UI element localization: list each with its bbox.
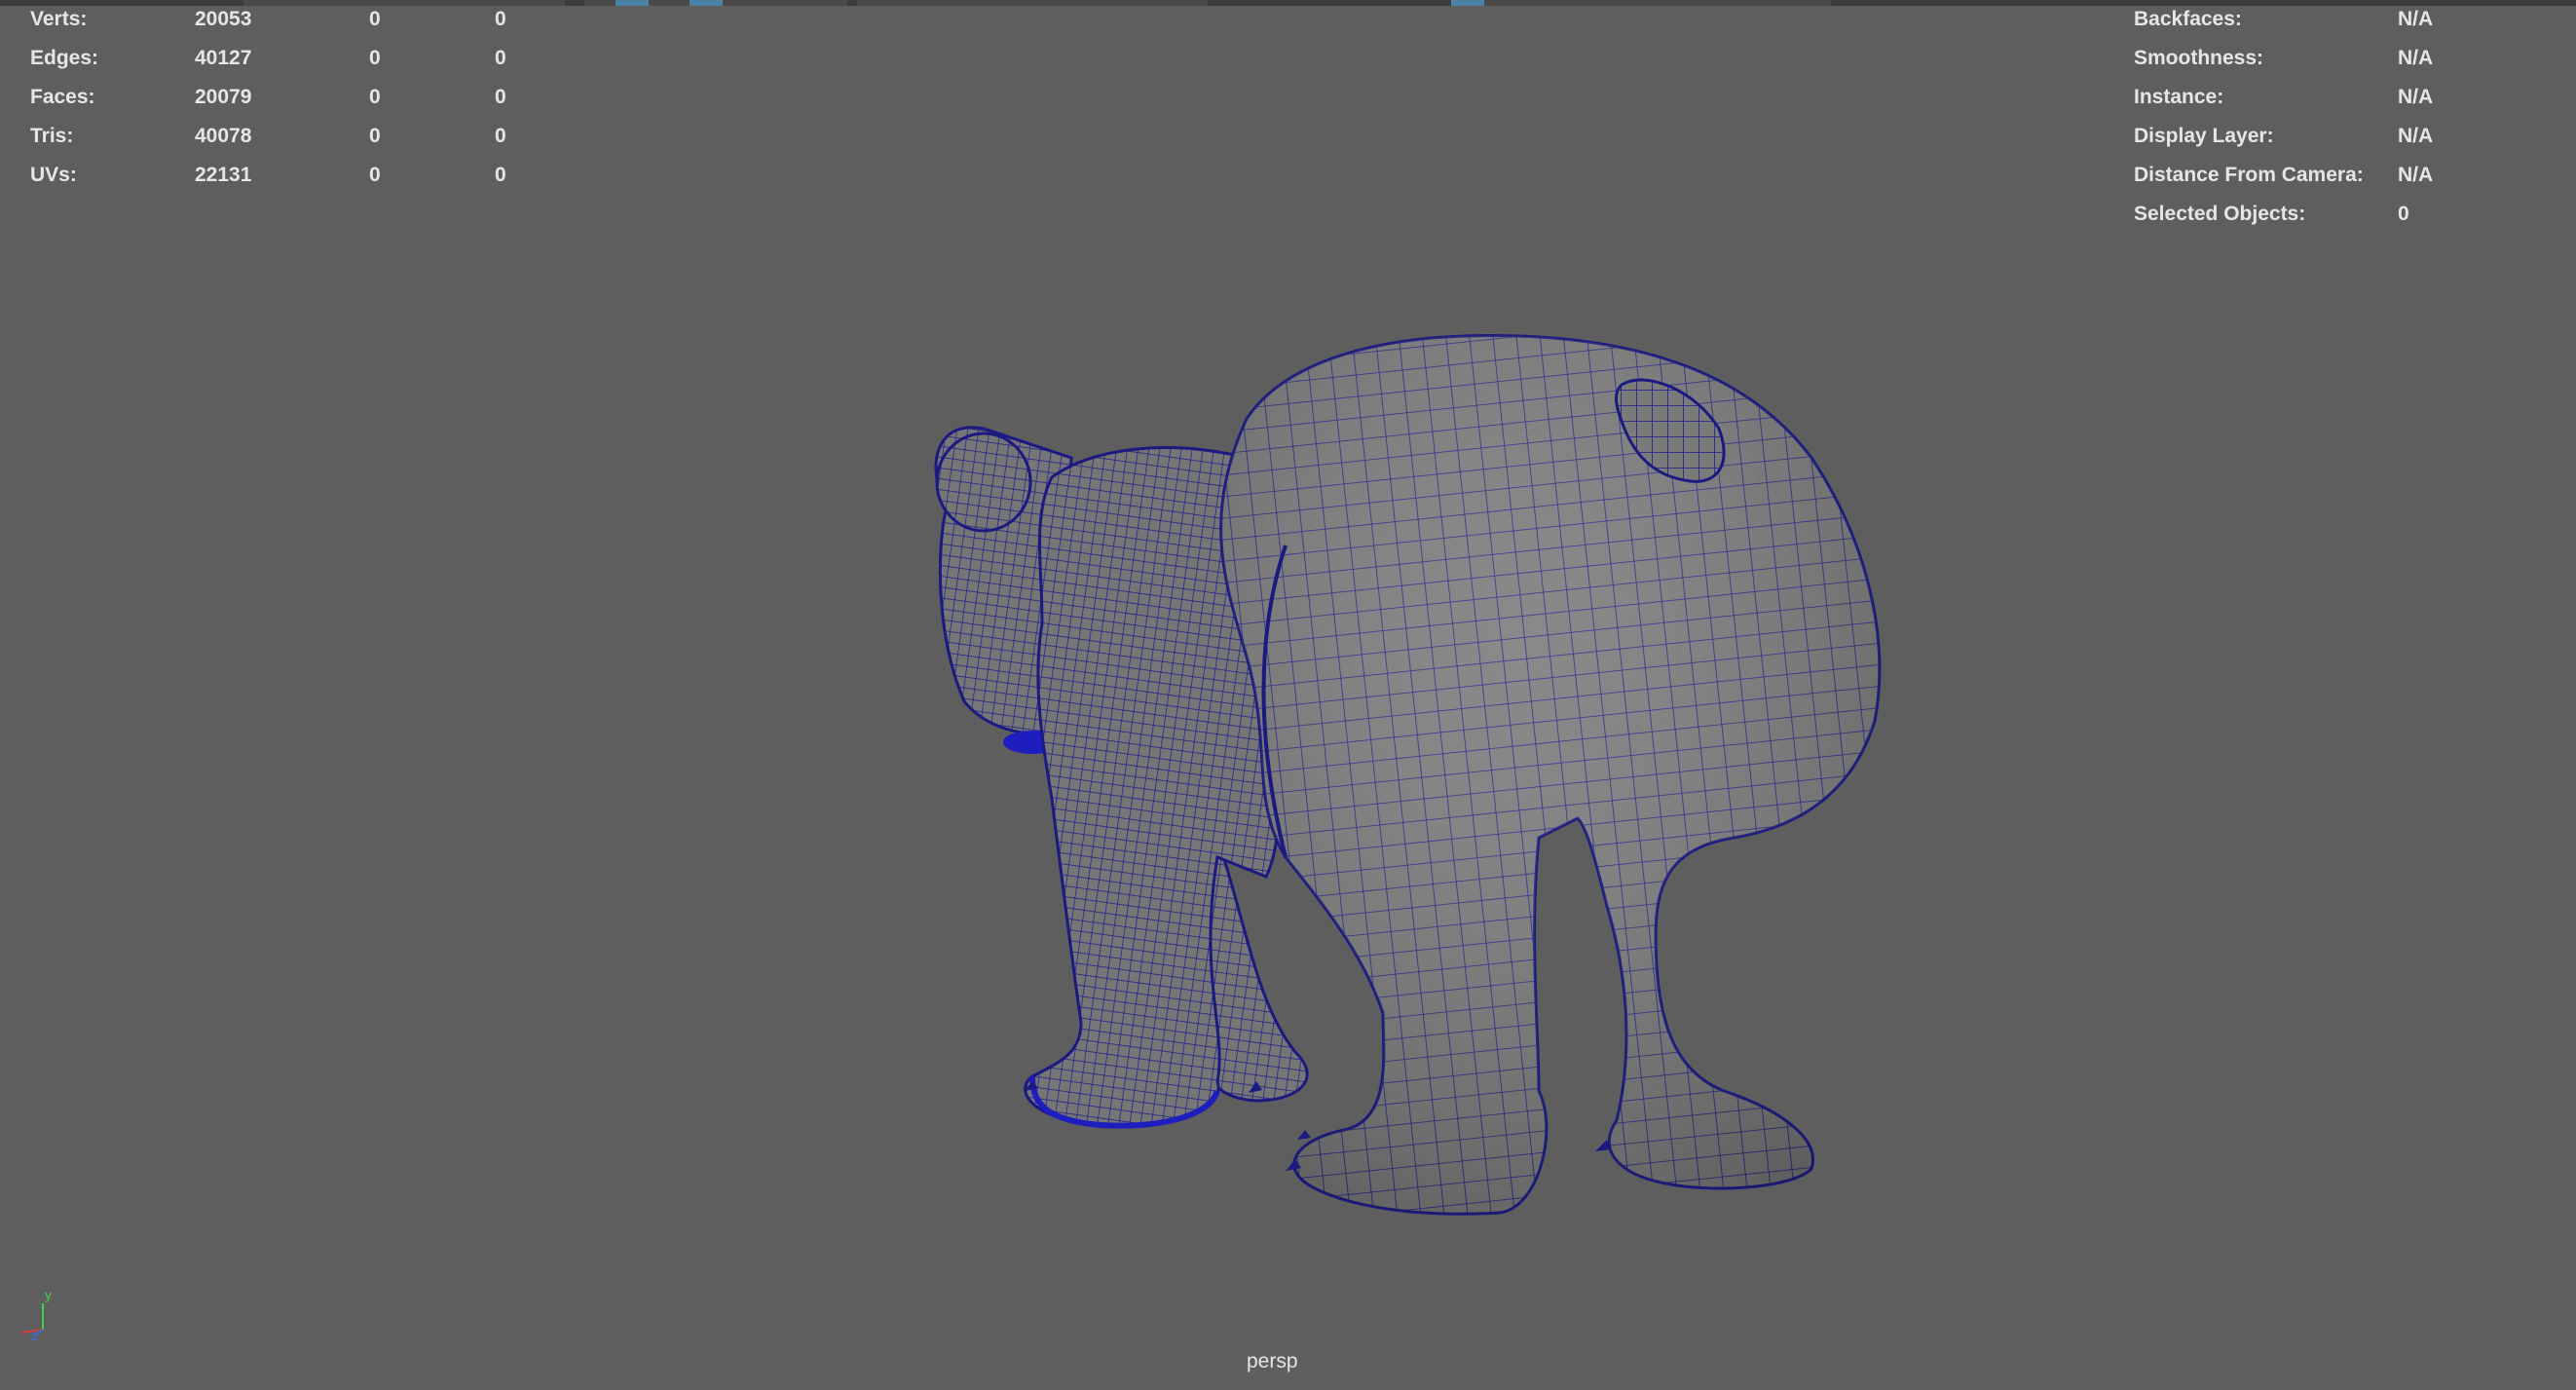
bear-hindquarters	[1219, 333, 1882, 1216]
y-axis-label: y	[45, 1287, 52, 1302]
camera-name-label: persp	[1247, 1350, 1298, 1372]
axis-gizmo: y z	[20, 1287, 52, 1343]
bear-mesh[interactable]	[0, 0, 2576, 1390]
perspective-viewport[interactable]: Verts: 20053 0 0 Edges: 40127 0 0 Faces:…	[0, 0, 2576, 1390]
z-axis-label: z	[31, 1328, 38, 1343]
